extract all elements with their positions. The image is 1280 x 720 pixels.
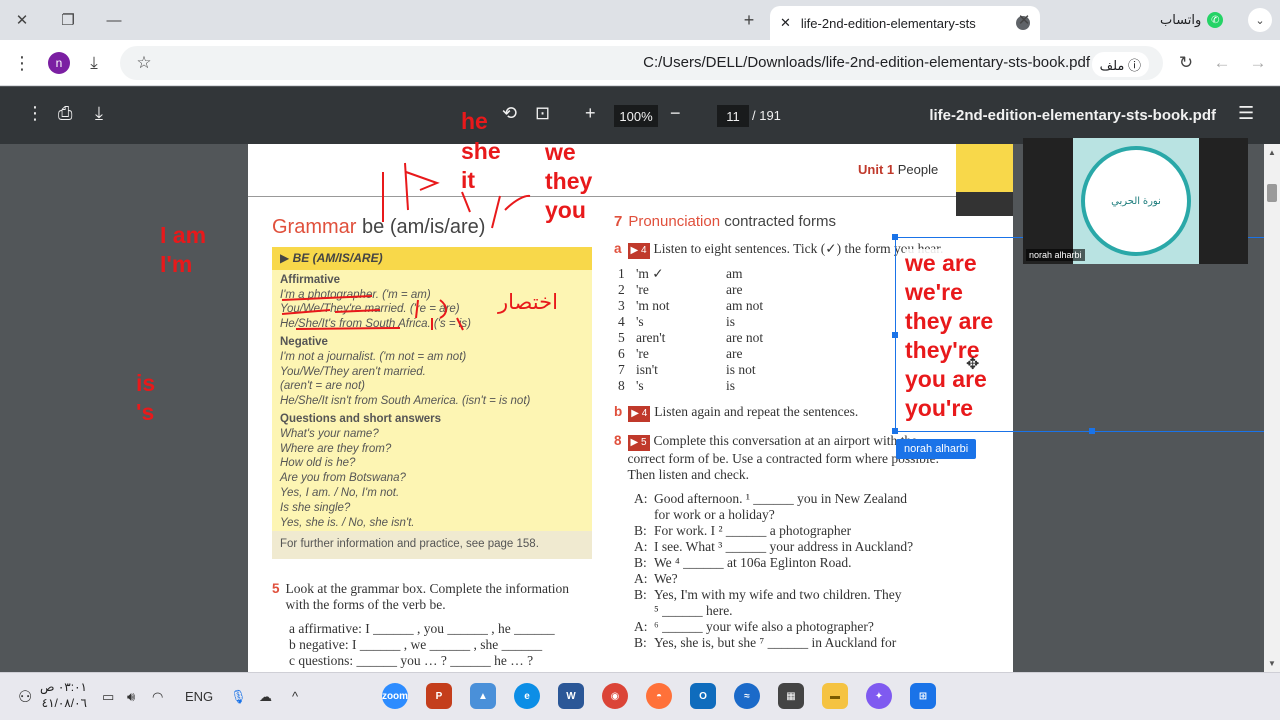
ink-stroke [404, 162, 409, 211]
clock-time: ٠٣:٠١ ص [40, 680, 87, 694]
wifi-icon[interactable]: ◠ [152, 689, 163, 705]
resize-handle[interactable] [892, 234, 898, 240]
annotation-she[interactable]: she [461, 137, 501, 166]
battery-icon[interactable]: ▭ [102, 689, 114, 705]
annotation-selection-frame[interactable] [892, 234, 1280, 434]
store-icon[interactable]: ▦ [778, 683, 804, 709]
firefox-icon[interactable]: ◓ [646, 683, 672, 709]
scroll-down-icon[interactable]: ▼ [1268, 659, 1276, 668]
powerpoint-icon[interactable]: P [426, 683, 452, 709]
annotation-is[interactable]: is [136, 369, 155, 398]
chrome-icon[interactable]: ◉ [602, 683, 628, 709]
annotation-i-am[interactable]: I am [160, 221, 206, 250]
annotation-it[interactable]: it [461, 166, 475, 195]
scroll-up-icon[interactable]: ▲ [1268, 148, 1276, 157]
onedrive-icon[interactable]: ☁ [259, 689, 272, 705]
annotation-you[interactable]: you [545, 196, 586, 225]
move-cursor-icon: ✥ [966, 356, 980, 373]
outlook-icon[interactable]: O [690, 683, 716, 709]
ink-stroke [334, 309, 381, 313]
ink-stroke [415, 299, 419, 319]
clock-date: ٤١/٠٨/٠٦ [41, 696, 87, 710]
scroll-thumb[interactable] [1267, 184, 1277, 202]
zoom-app-icon[interactable]: zoom [382, 683, 408, 709]
annotation-i-m[interactable]: I'm [160, 250, 192, 279]
logo-card: نورة الحربي [1073, 138, 1199, 264]
ink-stroke [281, 309, 331, 315]
editor-name-tag: norah alharbi [896, 439, 977, 459]
video-user-label: norah alharbi [1026, 249, 1085, 261]
ink-stroke [461, 191, 471, 213]
app-icon[interactable]: ≈ [734, 683, 760, 709]
video-thumbnail[interactable]: نورة الحربي norah alharbi [1023, 138, 1248, 264]
logo-emblem: نورة الحربي [1081, 146, 1191, 256]
annotation-he[interactable]: he [461, 107, 488, 136]
resize-handle[interactable] [1089, 428, 1095, 434]
ink-stroke [491, 195, 501, 229]
ink-stroke [456, 317, 464, 331]
ink-stroke [295, 327, 401, 330]
microphone-icon[interactable]: 🎙︎ [230, 689, 247, 705]
copilot-icon[interactable]: ✦ [866, 683, 892, 709]
ink-stroke [439, 299, 447, 319]
file-explorer-icon[interactable]: ▬ [822, 683, 848, 709]
ink-stroke [504, 194, 531, 211]
annotation-they[interactable]: they [545, 167, 592, 196]
annotation-arabic[interactable]: اختصار [498, 288, 558, 317]
ink-stroke [405, 171, 440, 191]
language-indicator[interactable]: ENG [185, 689, 213, 704]
taskbar: ⚇ ٠٣:٠١ ص ٤١/٠٨/٠٦ ▭ 🔊︎ ◠ ENG 🎙︎ ☁ ^ zoo… [0, 672, 1280, 720]
clock[interactable]: ٠٣:٠١ ص ٤١/٠٨/٠٦ [40, 679, 87, 711]
annotation-s[interactable]: 's [136, 398, 154, 427]
volume-icon[interactable]: 🔊︎ [127, 689, 135, 705]
start-icon[interactable]: ⊞ [910, 683, 936, 709]
edge-icon[interactable]: e [514, 683, 540, 709]
vertical-scrollbar[interactable]: ▲ ▼ [1264, 144, 1280, 672]
resize-handle[interactable] [892, 332, 898, 338]
annotation-we[interactable]: we [545, 138, 576, 167]
photos-icon[interactable]: ▲ [470, 683, 496, 709]
resize-handle[interactable] [892, 428, 898, 434]
people-icon[interactable]: ⚇ [18, 687, 32, 707]
tray-expand-icon[interactable]: ^ [292, 689, 298, 704]
ink-stroke [281, 295, 373, 301]
word-icon[interactable]: W [558, 683, 584, 709]
